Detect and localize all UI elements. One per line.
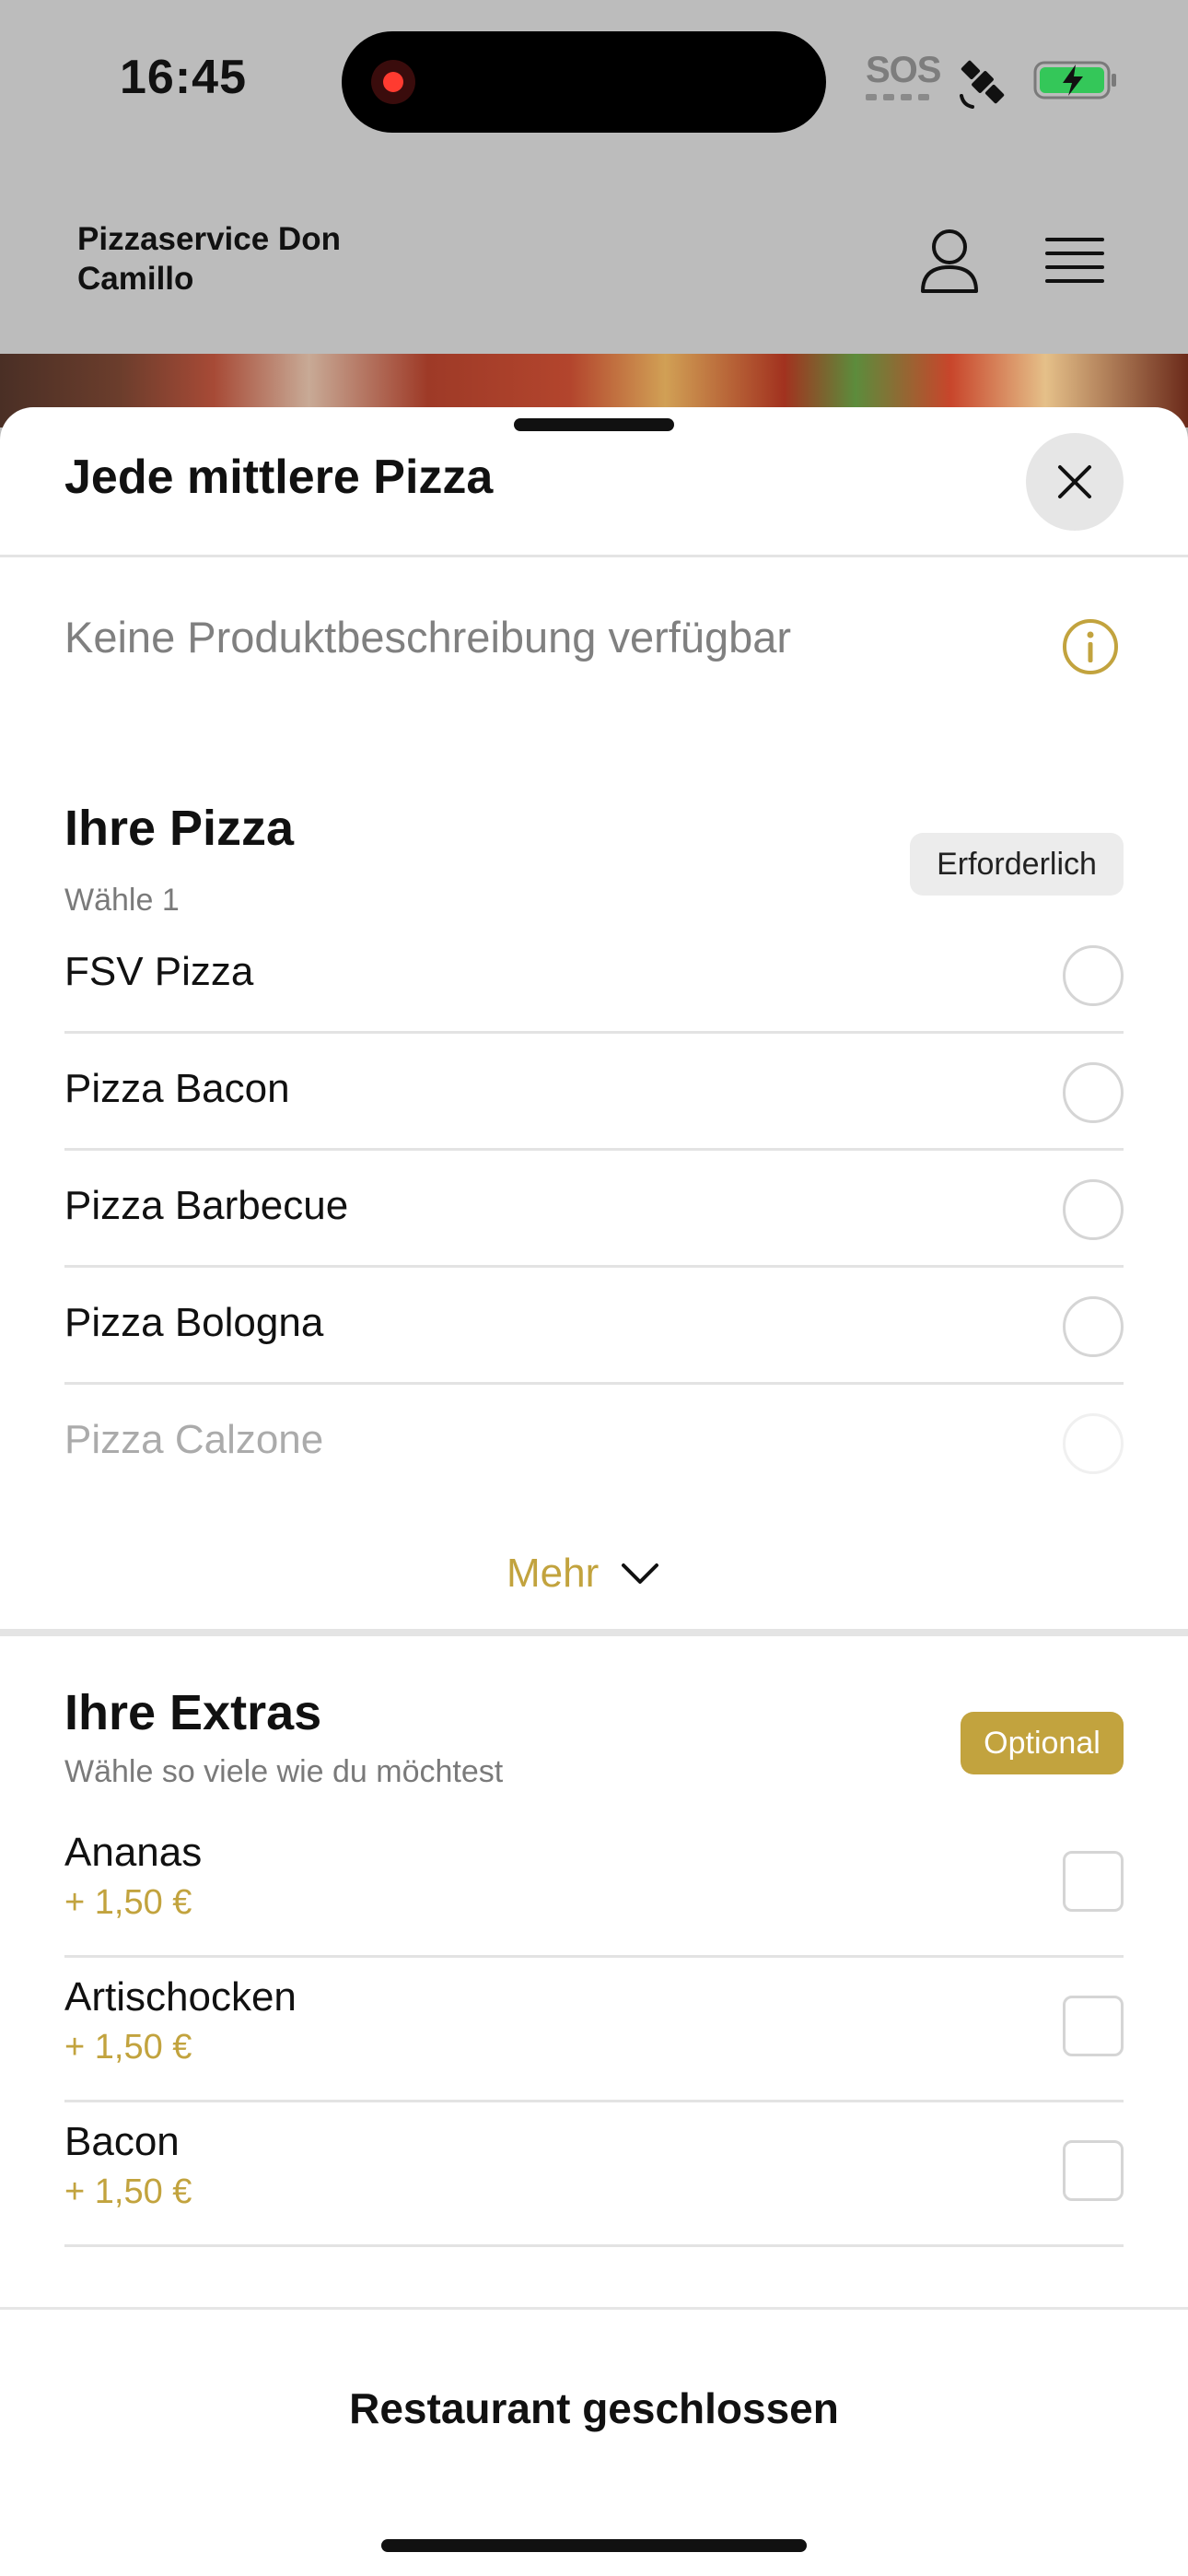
extra-option[interactable]: Bacon + 1,50 € — [64, 2102, 1124, 2247]
extras-section-title: Ihre Extras — [64, 1685, 322, 1740]
extra-option-price: + 1,50 € — [64, 2172, 192, 2211]
extra-option-label: Ananas — [64, 1830, 203, 1875]
status-time: 16:45 — [120, 51, 247, 104]
pizza-option[interactable]: Pizza Calzone — [64, 1385, 1124, 1502]
extra-option-checkbox[interactable] — [1063, 1996, 1124, 2056]
pizza-option[interactable]: FSV Pizza — [64, 917, 1124, 1034]
dynamic-island — [342, 31, 826, 133]
info-icon[interactable] — [1061, 617, 1120, 676]
required-badge: Erforderlich — [910, 833, 1124, 896]
pizza-option-radio[interactable] — [1063, 945, 1124, 1006]
extra-option-price: + 1,50 € — [64, 1883, 192, 1922]
pizza-option[interactable]: Pizza Barbecue — [64, 1151, 1124, 1268]
sos-label: SOS — [866, 50, 941, 90]
section-divider — [0, 1629, 1188, 1636]
record-indicator-icon — [371, 60, 415, 104]
pizza-option-radio[interactable] — [1063, 1296, 1124, 1357]
restaurant-closed-button[interactable]: Restaurant geschlossen — [0, 2383, 1188, 2433]
battery-charging-icon — [1033, 61, 1116, 100]
pizza-option-label: Pizza Bacon — [64, 1066, 290, 1111]
sheet-footer: Restaurant geschlossen — [0, 2307, 1188, 2576]
pizza-option-radio[interactable] — [1063, 1413, 1124, 1474]
pizza-option-label: Pizza Calzone — [64, 1417, 324, 1462]
optional-badge: Optional — [961, 1712, 1124, 1774]
chevron-down-icon — [622, 1563, 659, 1584]
satellite-icon — [960, 60, 1005, 109]
pizza-option-label: FSV Pizza — [64, 949, 254, 994]
pizza-section-subtitle: Wähle 1 — [64, 883, 180, 918]
extras-section-subtitle: Wähle so viele wie du möchtest — [64, 1754, 504, 1789]
pizza-option[interactable]: Pizza Bologna — [64, 1268, 1124, 1385]
app-header: Pizzaservice Don Camillo — [0, 166, 1188, 354]
brand-name: Pizzaservice Don Camillo — [77, 221, 341, 297]
product-description: Keine Produktbeschreibung verfügbar — [64, 613, 792, 662]
extra-option[interactable]: Artischocken + 1,50 € — [64, 1958, 1124, 2102]
sheet-title: Jede mittlere Pizza — [64, 451, 494, 504]
user-icon[interactable] — [917, 227, 982, 295]
pizza-option-label: Pizza Bologna — [64, 1300, 324, 1345]
status-bar: 16:45 SOS — [0, 0, 1188, 166]
close-button[interactable] — [1026, 433, 1124, 531]
product-sheet: Jede mittlere Pizza Keine Produktbeschre… — [0, 407, 1188, 2576]
extra-option-price: + 1,50 € — [64, 2028, 192, 2067]
close-icon — [1058, 465, 1091, 498]
extra-option-label: Artischocken — [64, 1974, 297, 2020]
extra-option-checkbox[interactable] — [1063, 1851, 1124, 1912]
pizza-option-radio[interactable] — [1063, 1179, 1124, 1240]
show-more-button[interactable]: Mehr — [507, 1546, 659, 1601]
menu-icon[interactable] — [1044, 232, 1105, 287]
show-more-label: Mehr — [507, 1551, 600, 1596]
extra-option[interactable]: Ananas + 1,50 € — [64, 1813, 1124, 1958]
sheet-grabber[interactable] — [514, 418, 674, 431]
pizza-option-radio[interactable] — [1063, 1062, 1124, 1123]
header-divider — [0, 555, 1188, 557]
extra-option-checkbox[interactable] — [1063, 2140, 1124, 2201]
pizza-option[interactable]: Pizza Bacon — [64, 1034, 1124, 1151]
pizza-option-label: Pizza Barbecue — [64, 1183, 349, 1228]
sos-indicator: SOS — [866, 50, 941, 109]
pizza-section-title: Ihre Pizza — [64, 801, 295, 856]
extra-option-label: Bacon — [64, 2119, 180, 2164]
home-indicator[interactable] — [381, 2539, 807, 2552]
